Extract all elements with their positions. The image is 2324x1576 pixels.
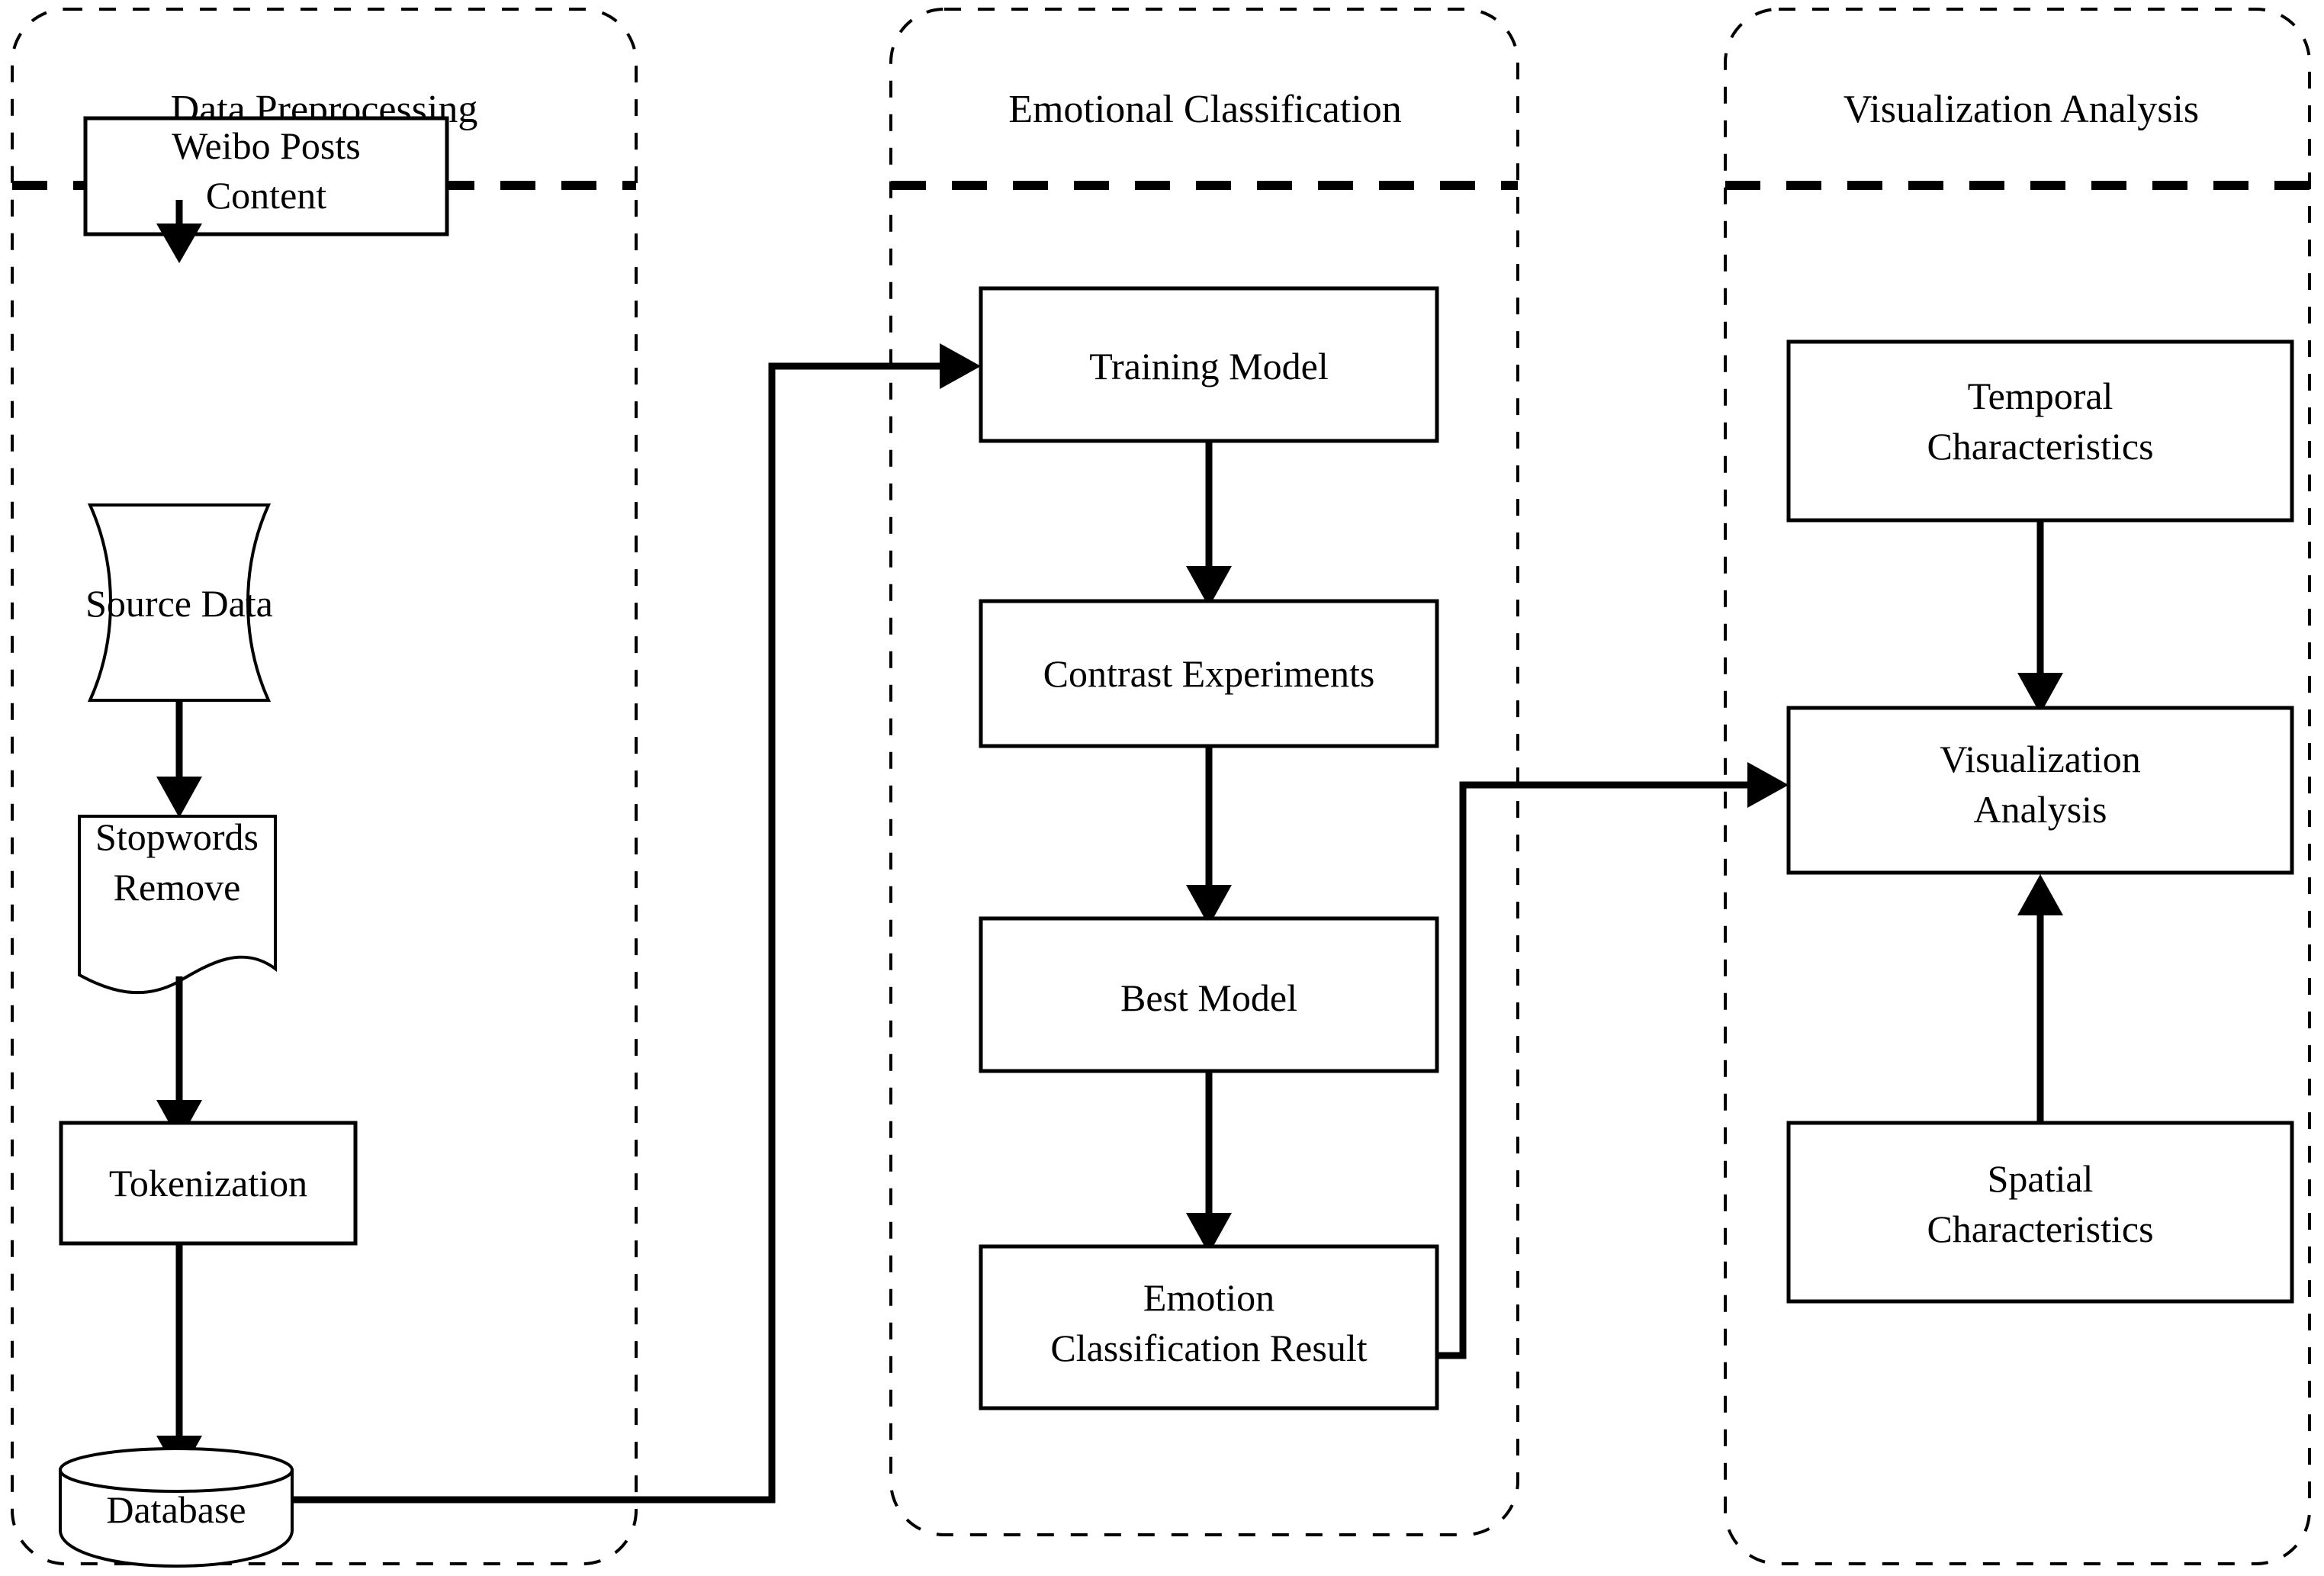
arrowhead-spatial-to-visualization: [2017, 874, 2063, 915]
panel-visualization-analysis: Visualization Analysis Temporal Characte…: [1724, 8, 2311, 1565]
node-label-database-line1: Database: [106, 1488, 246, 1531]
node-label-best-model-line1: Best Model: [1120, 976, 1297, 1019]
node-label-stopwords-remove-line1: Stopwords: [95, 815, 259, 858]
node-tokenization[interactable]: Tokenization: [59, 1121, 358, 1246]
edge-training-to-contrast: [1186, 441, 1232, 607]
node-label-training-model-line1: Training Model: [1089, 345, 1328, 388]
edge-contrast-to-best: [1186, 746, 1232, 926]
node-label-temporal-characteristics-line2: Characteristics: [1927, 425, 2153, 468]
node-label-weibo-posts-content-line1: Weibo Posts: [172, 124, 360, 167]
node-spatial-characteristics[interactable]: Spatial Characteristics: [1786, 1121, 2294, 1304]
node-label-stopwords-remove-line2: Remove: [114, 866, 241, 909]
node-visualization-analysis[interactable]: Visualization Analysis: [1786, 706, 2294, 875]
panel-data-preprocessing: Data Preprocessing Weibo Posts Content S…: [11, 8, 638, 1568]
arrowhead-emotion-result-to-visualization-analysis: [1747, 762, 1789, 808]
node-label-contrast-experiments-line1: Contrast Experiments: [1043, 652, 1375, 695]
node-label-visualization-analysis-line2: Analysis: [1974, 788, 2107, 831]
edge-spatial-to-visualization: [2017, 874, 2063, 1127]
node-database[interactable]: Database: [59, 1447, 294, 1568]
node-label-spatial-characteristics-line2: Characteristics: [1927, 1208, 2153, 1250]
node-label-visualization-analysis-line1: Visualization: [1940, 738, 2141, 780]
arrowhead-database-to-training-model: [940, 343, 981, 389]
edge-best-to-emotion-result: [1186, 1071, 1232, 1254]
node-stopwords-remove[interactable]: Stopwords Remove: [78, 815, 277, 995]
arrowhead-weibo-to-source: [156, 224, 202, 263]
node-label-temporal-characteristics-line1: Temporal: [1968, 375, 2113, 417]
node-training-model[interactable]: Training Model: [979, 286, 1439, 443]
node-source-data[interactable]: Source Data: [85, 503, 273, 702]
node-weibo-posts-content[interactable]: Weibo Posts Content: [83, 116, 449, 236]
node-contrast-experiments[interactable]: Contrast Experiments: [979, 599, 1439, 748]
flowchart-svg: Data Preprocessing Weibo Posts Content S…: [11, 8, 2311, 1568]
panel-title-emotional-classification: Emotional Classification: [1008, 88, 1402, 131]
node-shape-database-top: [59, 1447, 294, 1493]
panel-title-visualization-analysis: Visualization Analysis: [1843, 88, 2199, 131]
arrowhead-source-to-stopwords: [156, 777, 202, 818]
panel-emotional-classification: Emotional Classification Training Model …: [889, 8, 1519, 1536]
flowchart-canvas: Data Preprocessing Weibo Posts Content S…: [0, 0, 2324, 1576]
node-label-tokenization-line1: Tokenization: [109, 1162, 307, 1205]
edge-tokenization-to-database: [156, 1243, 202, 1477]
panel-border-data-preprocessing: [11, 8, 638, 1565]
edge-stopwords-to-tokenization: [156, 976, 202, 1141]
node-temporal-characteristics[interactable]: Temporal Characteristics: [1786, 339, 2294, 523]
node-emotion-classification-result[interactable]: Emotion Classification Result: [979, 1244, 1439, 1410]
edge-temporal-to-visualization: [2017, 520, 2063, 714]
node-label-emotion-classification-result-line1: Emotion: [1143, 1276, 1275, 1319]
node-label-spatial-characteristics-line1: Spatial: [1988, 1157, 2094, 1200]
edge-emotion-result-to-visualization-analysis: [1437, 762, 1789, 1359]
edge-source-to-stopwords: [156, 700, 202, 818]
node-best-model[interactable]: Best Model: [979, 916, 1439, 1073]
node-label-emotion-classification-result-line2: Classification Result: [1050, 1327, 1367, 1369]
node-label-weibo-posts-content-line2: Content: [206, 174, 326, 217]
node-label-source-data-line1: Source Data: [85, 582, 273, 625]
